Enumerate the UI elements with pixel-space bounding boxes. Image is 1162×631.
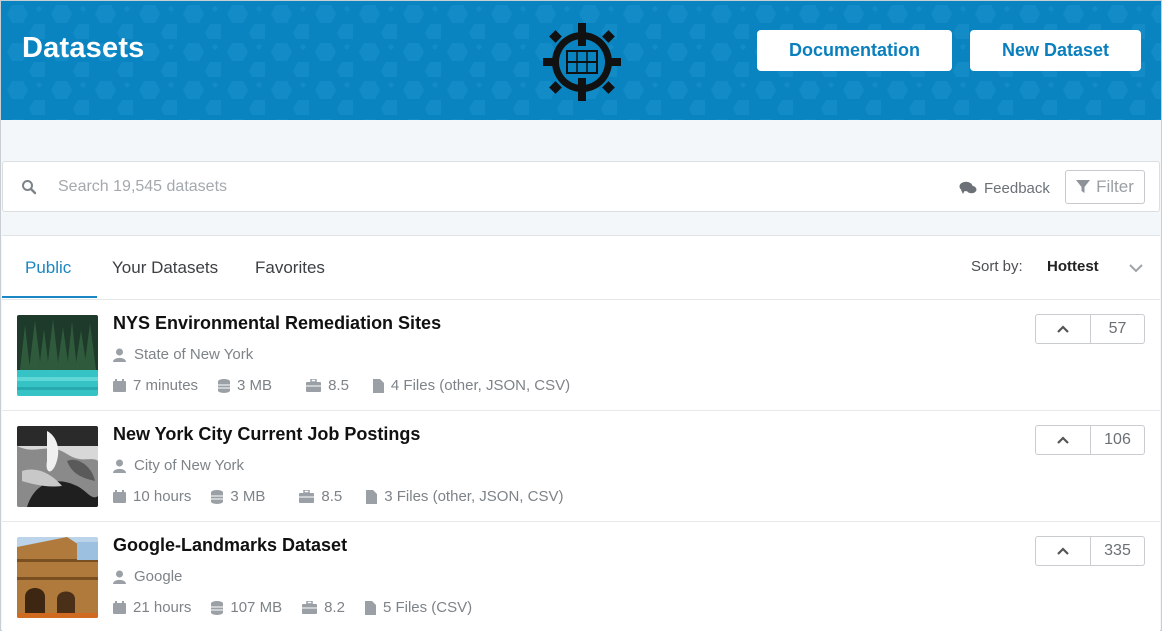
dataset-size: 107 MB — [230, 599, 283, 616]
dataset-title[interactable]: NYS Environmental Remediation Sites — [113, 313, 441, 334]
new-dataset-button[interactable]: New Dataset — [970, 30, 1141, 71]
owner-name: Google — [134, 568, 183, 585]
vote-widget: 57 — [1035, 314, 1145, 344]
user-icon — [113, 459, 126, 473]
owner-name: City of New York — [134, 457, 245, 474]
feedback-link[interactable]: Feedback — [959, 179, 1050, 197]
vote-count: 57 — [1108, 320, 1127, 337]
file-summary: 5 Files (CSV) — [382, 599, 473, 616]
dataset-title[interactable]: Google-Landmarks Dataset — [113, 535, 347, 556]
dataset-thumbnail — [17, 426, 98, 507]
file-summary: 3 Files (other, JSON, CSV) — [384, 488, 564, 505]
dataset-thumbnail — [17, 537, 98, 618]
chevron-down-icon[interactable] — [1129, 263, 1143, 273]
upvote-chevron-icon — [1057, 436, 1069, 444]
usability-score: 8.5 — [328, 377, 349, 394]
updated-time: 21 hours — [133, 599, 192, 616]
usability-score: 8.2 — [324, 599, 345, 616]
upvote-button[interactable] — [1036, 426, 1091, 454]
calendar-icon — [113, 601, 126, 614]
user-icon — [113, 348, 126, 362]
database-icon — [218, 378, 231, 393]
toolbox-icon — [306, 379, 322, 392]
page-title: Datasets — [22, 32, 145, 64]
dataset-title[interactable]: New York City Current Job Postings — [113, 424, 420, 445]
gear-logo-icon — [543, 23, 621, 101]
dataset-size: 3 MB — [230, 488, 266, 505]
search-icon — [22, 180, 37, 195]
filter-button[interactable]: Filter — [1065, 170, 1145, 204]
dataset-owner: Google — [113, 568, 182, 585]
active-tab-indicator — [2, 296, 97, 298]
dataset-size: 3 MB — [237, 377, 273, 394]
page-header: Datasets Documentation New Dataset — [1, 1, 1161, 120]
updated-time: 7 minutes — [133, 377, 199, 394]
dataset-owner: State of New York — [113, 346, 253, 363]
tab-public[interactable]: Public — [25, 258, 71, 278]
file-icon — [372, 378, 384, 393]
sort-label: Sort by: — [971, 258, 1023, 275]
upvote-chevron-icon — [1057, 547, 1069, 555]
dataset-meta: 21 hours 107 MB 8.2 5 Files (CSV) — [113, 599, 492, 616]
dataset-thumbnail — [17, 315, 98, 396]
user-icon — [113, 570, 126, 584]
dataset-meta: 7 minutes 3 MB 8.5 4 Files (other, JSON,… — [113, 377, 590, 394]
tab-your-datasets[interactable]: Your Datasets — [112, 258, 218, 278]
search-input[interactable] — [58, 174, 558, 200]
toolbox-icon — [302, 601, 318, 614]
documentation-button[interactable]: Documentation — [757, 30, 952, 71]
dataset-row[interactable]: Google-Landmarks Dataset Google 21 hours… — [2, 522, 1160, 631]
dataset-row[interactable]: NYS Environmental Remediation Sites Stat… — [2, 300, 1160, 411]
upvote-chevron-icon — [1057, 325, 1069, 333]
toolbox-icon — [299, 490, 315, 503]
dataset-row[interactable]: New York City Current Job Postings City … — [2, 411, 1160, 522]
vote-count: 335 — [1104, 542, 1131, 559]
calendar-icon — [113, 379, 126, 392]
sort-dropdown[interactable]: Hottest — [1047, 258, 1099, 275]
updated-time: 10 hours — [133, 488, 192, 505]
vote-widget: 106 — [1035, 425, 1145, 455]
database-icon — [211, 489, 224, 504]
dataset-owner: City of New York — [113, 457, 244, 474]
file-summary: 4 Files (other, JSON, CSV) — [390, 377, 571, 394]
feedback-label: Feedback — [984, 179, 1050, 197]
datasets-panel: Public Your Datasets Favorites Sort by: … — [2, 235, 1160, 631]
upvote-button[interactable] — [1036, 315, 1091, 343]
vote-count: 106 — [1104, 431, 1131, 448]
filter-label: Filter — [1096, 177, 1134, 196]
usability-score: 8.5 — [321, 488, 343, 505]
upvote-button[interactable] — [1036, 537, 1091, 565]
tab-favorites[interactable]: Favorites — [255, 258, 325, 278]
filter-icon — [1076, 180, 1091, 193]
calendar-icon — [113, 490, 126, 503]
owner-name: State of New York — [134, 346, 254, 363]
file-icon — [364, 600, 376, 615]
dataset-meta: 10 hours 3 MB 8.5 3 Files (other, JSON, … — [113, 488, 583, 505]
tab-bar: Public Your Datasets Favorites Sort by: … — [2, 236, 1160, 300]
database-icon — [211, 600, 224, 615]
feedback-icon — [959, 181, 977, 194]
vote-widget: 335 — [1035, 536, 1145, 566]
search-bar: Feedback Filter — [2, 161, 1160, 212]
file-icon — [366, 489, 378, 504]
